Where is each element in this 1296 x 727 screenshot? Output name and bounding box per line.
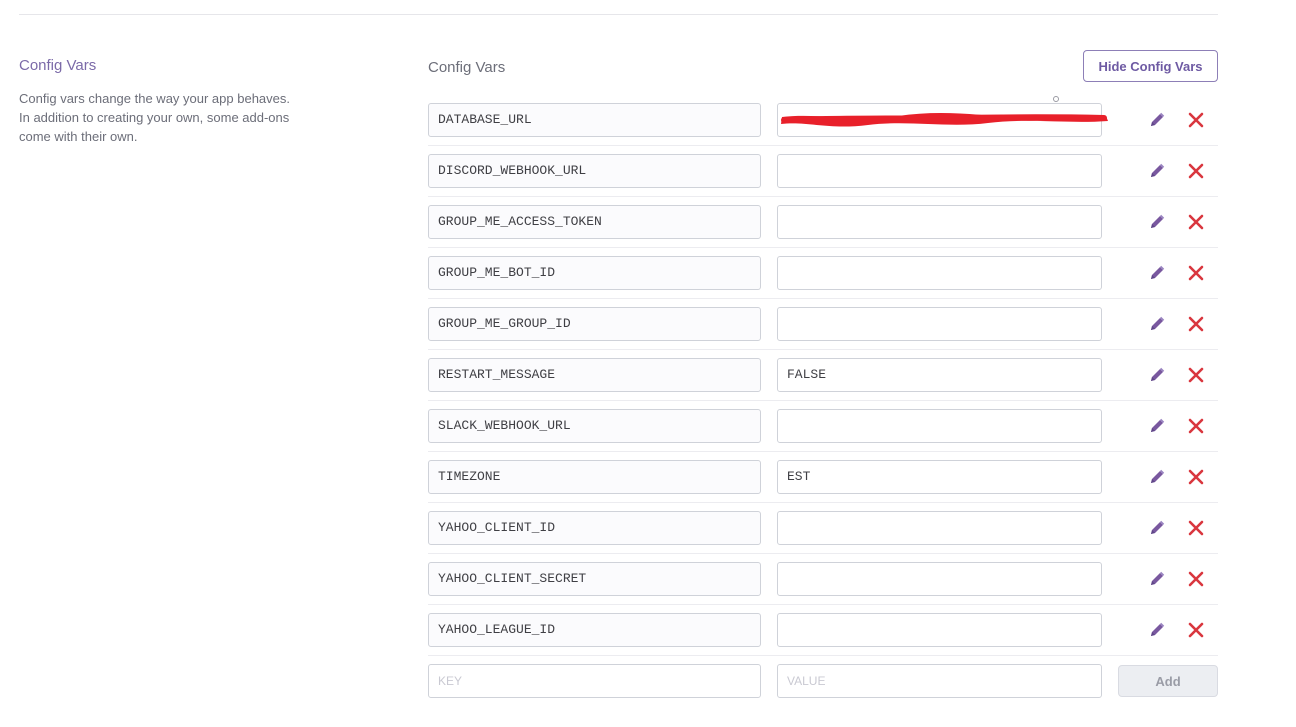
close-x-icon[interactable] xyxy=(1187,570,1205,588)
config-var-key-field[interactable]: YAHOO_CLIENT_SECRET xyxy=(428,562,761,596)
hide-config-vars-button[interactable]: Hide Config Vars xyxy=(1083,50,1218,82)
sidebar-description: Config vars change the way your app beha… xyxy=(19,91,291,144)
close-x-icon[interactable] xyxy=(1187,417,1205,435)
cursor-dot xyxy=(1053,96,1059,102)
close-x-icon[interactable] xyxy=(1187,468,1205,486)
close-x-icon[interactable] xyxy=(1187,315,1205,333)
config-var-key-field[interactable]: TIMEZONE xyxy=(428,460,761,494)
close-x-icon[interactable] xyxy=(1187,264,1205,282)
config-var-value-field[interactable] xyxy=(777,409,1102,443)
config-var-value-field[interactable] xyxy=(777,613,1102,647)
close-x-icon[interactable] xyxy=(1187,213,1205,231)
config-var-row: YAHOO_CLIENT_SECRET xyxy=(428,554,1218,605)
config-var-key-field[interactable]: RESTART_MESSAGE xyxy=(428,358,761,392)
new-value-input[interactable] xyxy=(777,664,1102,698)
config-var-key-field[interactable]: YAHOO_LEAGUE_ID xyxy=(428,613,761,647)
pencil-icon[interactable] xyxy=(1148,417,1166,435)
pencil-icon[interactable] xyxy=(1148,621,1166,639)
config-var-value-field[interactable] xyxy=(777,205,1102,239)
pencil-icon[interactable] xyxy=(1148,315,1166,333)
top-divider xyxy=(19,14,1218,15)
config-vars-sidebar: Config Vars Config vars change the way y… xyxy=(19,57,309,146)
pencil-icon[interactable] xyxy=(1148,366,1166,384)
close-x-icon[interactable] xyxy=(1187,519,1205,537)
new-key-input[interactable] xyxy=(428,664,761,698)
close-x-icon[interactable] xyxy=(1187,162,1205,180)
new-config-var-row: Add xyxy=(428,664,1218,698)
config-var-value-field[interactable] xyxy=(777,256,1102,290)
config-var-value-field[interactable] xyxy=(777,307,1102,341)
close-x-icon[interactable] xyxy=(1187,621,1205,639)
config-var-key-field[interactable]: GROUP_ME_GROUP_ID xyxy=(428,307,761,341)
pencil-icon[interactable] xyxy=(1148,468,1166,486)
config-var-value-field[interactable] xyxy=(777,511,1102,545)
pencil-icon[interactable] xyxy=(1148,162,1166,180)
pencil-icon[interactable] xyxy=(1148,213,1166,231)
close-x-icon[interactable] xyxy=(1187,366,1205,384)
config-var-key-field[interactable]: DATABASE_URL xyxy=(428,103,761,137)
sidebar-title: Config Vars xyxy=(19,57,97,74)
config-var-row: TIMEZONE EST xyxy=(428,452,1218,503)
config-var-key-field[interactable]: GROUP_ME_BOT_ID xyxy=(428,256,761,290)
config-var-row: RESTART_MESSAGE FALSE xyxy=(428,350,1218,401)
config-var-row: GROUP_ME_BOT_ID xyxy=(428,248,1218,299)
config-var-key-field[interactable]: DISCORD_WEBHOOK_URL xyxy=(428,154,761,188)
config-var-value-field[interactable] xyxy=(777,154,1102,188)
close-x-icon[interactable] xyxy=(1187,111,1205,129)
config-var-value-field[interactable]: EST xyxy=(777,460,1102,494)
config-var-key-field[interactable]: GROUP_ME_ACCESS_TOKEN xyxy=(428,205,761,239)
config-var-key-field[interactable]: YAHOO_CLIENT_ID xyxy=(428,511,761,545)
config-var-row: DISCORD_WEBHOOK_URL xyxy=(428,146,1218,197)
pencil-icon[interactable] xyxy=(1148,264,1166,282)
config-vars-list: DATABASE_URL DISCORD_WEBHOOK_URL GROUP_ME_… xyxy=(428,95,1218,656)
config-var-row: YAHOO_LEAGUE_ID xyxy=(428,605,1218,656)
config-var-row: GROUP_ME_GROUP_ID xyxy=(428,299,1218,350)
config-var-row: SLACK_WEBHOOK_URL xyxy=(428,401,1218,452)
redaction-scribble xyxy=(781,112,1108,127)
config-var-key-field[interactable]: SLACK_WEBHOOK_URL xyxy=(428,409,761,443)
config-var-row: GROUP_ME_ACCESS_TOKEN xyxy=(428,197,1218,248)
config-var-value-field[interactable] xyxy=(777,562,1102,596)
config-vars-title: Config Vars xyxy=(428,59,506,76)
pencil-icon[interactable] xyxy=(1148,519,1166,537)
pencil-icon[interactable] xyxy=(1148,111,1166,129)
config-var-row: YAHOO_CLIENT_ID xyxy=(428,503,1218,554)
config-var-value-field[interactable]: FALSE xyxy=(777,358,1102,392)
add-config-var-button[interactable]: Add xyxy=(1118,665,1218,697)
pencil-icon[interactable] xyxy=(1148,570,1166,588)
